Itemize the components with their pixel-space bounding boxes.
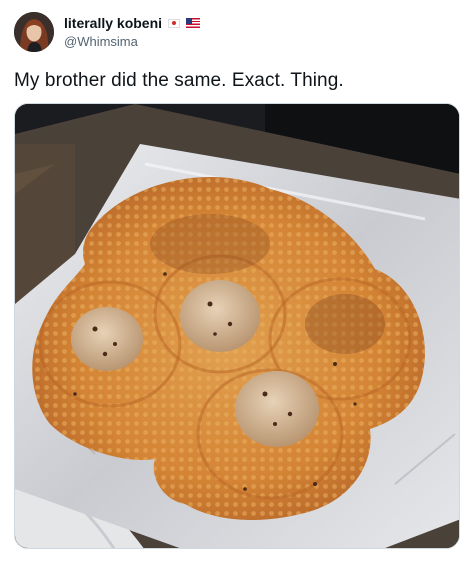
tweet-text: My brother did the same. Exact. Thing.	[14, 70, 344, 91]
user-handle[interactable]: @Whimsima	[64, 34, 200, 49]
tweet-media-photo[interactable]	[14, 103, 460, 549]
avatar-image	[14, 12, 54, 52]
tweet-header: literally kobeni @Whimsima	[14, 12, 460, 56]
japan-flag-icon	[168, 18, 181, 28]
us-flag-icon	[186, 18, 201, 28]
avatar[interactable]	[14, 12, 54, 52]
cookie-photo	[15, 104, 459, 548]
display-name[interactable]: literally kobeni	[64, 15, 162, 31]
